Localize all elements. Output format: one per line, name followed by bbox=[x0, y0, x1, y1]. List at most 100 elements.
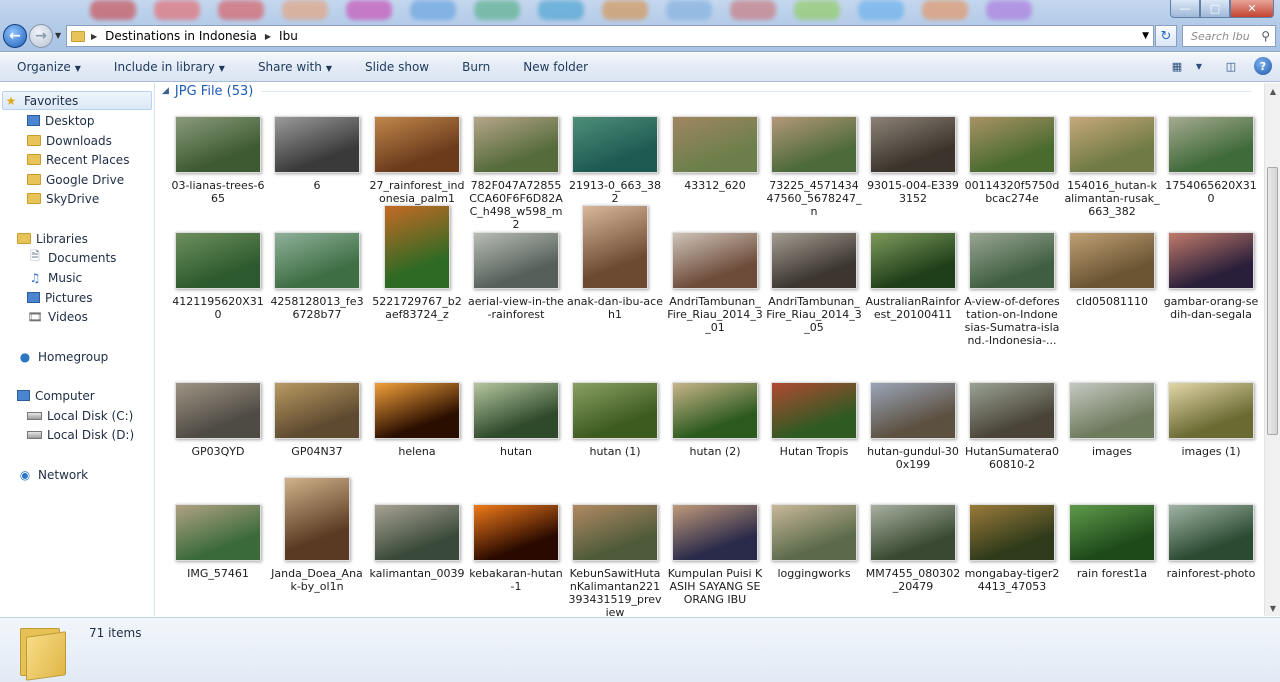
image-thumbnail[interactable] bbox=[1069, 504, 1155, 561]
nav-item-music[interactable]: ♫ Music bbox=[27, 268, 83, 287]
image-thumbnail[interactable] bbox=[771, 116, 857, 173]
nav-item-local-disk-c[interactable]: Local Disk (C:) bbox=[27, 406, 133, 425]
image-thumbnail[interactable] bbox=[672, 232, 758, 289]
preview-pane-icon[interactable]: ◫ bbox=[1222, 57, 1240, 75]
image-thumbnail[interactable] bbox=[473, 382, 559, 439]
image-thumbnail[interactable] bbox=[1069, 382, 1155, 439]
image-thumbnail[interactable] bbox=[374, 116, 460, 173]
image-thumbnail[interactable] bbox=[274, 116, 360, 173]
nav-item-local-disk-d[interactable]: Local Disk (D:) bbox=[27, 425, 134, 444]
file-item[interactable]: 4121195620X310 bbox=[170, 223, 266, 321]
image-thumbnail[interactable] bbox=[582, 205, 648, 289]
view-options-chevron-icon[interactable]: ▼ bbox=[1190, 57, 1208, 75]
file-item[interactable]: hutan-gundul-300x199 bbox=[865, 373, 961, 471]
file-item[interactable]: cld05081110 bbox=[1064, 223, 1160, 308]
image-thumbnail[interactable] bbox=[870, 116, 956, 173]
nav-item-videos[interactable]: 🎞 Videos bbox=[27, 307, 88, 326]
file-item[interactable]: 21913-0_663_382 bbox=[567, 107, 663, 205]
file-item[interactable]: 782F047A72855CCA60F6F6D82AC_h498_w598_m2 bbox=[468, 107, 564, 231]
breadcrumb-item[interactable]: Ibu bbox=[279, 29, 298, 43]
nav-favorites[interactable]: ★ Favorites bbox=[2, 91, 152, 110]
image-thumbnail[interactable] bbox=[175, 232, 261, 289]
image-thumbnail[interactable] bbox=[969, 116, 1055, 173]
image-thumbnail[interactable] bbox=[473, 504, 559, 561]
image-thumbnail[interactable] bbox=[870, 232, 956, 289]
image-thumbnail[interactable] bbox=[274, 382, 360, 439]
refresh-button[interactable]: ↻ bbox=[1155, 25, 1177, 47]
share-with-button[interactable]: Share with ▼ bbox=[258, 60, 332, 74]
back-button[interactable]: ← bbox=[3, 24, 27, 48]
image-thumbnail[interactable] bbox=[572, 116, 658, 173]
file-item[interactable]: 03-lianas-trees-665 bbox=[170, 107, 266, 205]
image-thumbnail[interactable] bbox=[771, 232, 857, 289]
file-item[interactable]: Janda_Doea_Anak-by_ol1n bbox=[269, 477, 365, 593]
organize-button[interactable]: Organize ▼ bbox=[17, 60, 81, 74]
address-bar[interactable]: ▶ Destinations in Indonesia ▶ Ibu ▼ bbox=[66, 25, 1154, 47]
image-thumbnail[interactable] bbox=[572, 382, 658, 439]
nav-item-documents[interactable]: 🗎 Documents bbox=[27, 248, 116, 267]
file-item[interactable]: rainforest-photo bbox=[1163, 495, 1259, 580]
nav-item-downloads[interactable]: Downloads bbox=[27, 131, 112, 150]
image-thumbnail[interactable] bbox=[870, 504, 956, 561]
maximize-button[interactable]: □ bbox=[1200, 0, 1230, 18]
group-header[interactable]: ◢ JPG File (53) bbox=[162, 83, 1252, 99]
new-folder-button[interactable]: New folder bbox=[523, 60, 588, 74]
image-thumbnail[interactable] bbox=[473, 116, 559, 173]
slide-show-button[interactable]: Slide show bbox=[365, 60, 429, 74]
image-thumbnail[interactable] bbox=[1168, 504, 1254, 561]
file-item[interactable]: helena bbox=[369, 373, 465, 458]
file-item[interactable]: kalimantan_0039 bbox=[369, 495, 465, 580]
image-thumbnail[interactable] bbox=[175, 382, 261, 439]
nav-libraries[interactable]: Libraries bbox=[17, 229, 88, 248]
image-thumbnail[interactable] bbox=[572, 504, 658, 561]
file-item[interactable]: MM7455_080302_20479 bbox=[865, 495, 961, 593]
file-item[interactable]: AndriTambunan_Fire_Riau_2014_3_01 bbox=[667, 223, 763, 334]
file-item[interactable]: Kumpulan Puisi KASIH SAYANG SEORANG IBU bbox=[667, 495, 763, 606]
nav-item-recent-places[interactable]: Recent Places bbox=[27, 150, 129, 169]
image-thumbnail[interactable] bbox=[672, 382, 758, 439]
recent-pages-dropdown-icon[interactable]: ▼ bbox=[55, 31, 61, 40]
minimize-button[interactable]: — bbox=[1170, 0, 1200, 18]
file-item[interactable]: IMG_57461 bbox=[170, 495, 266, 580]
image-thumbnail[interactable] bbox=[771, 504, 857, 561]
collapse-chevron-icon[interactable]: ◢ bbox=[162, 86, 169, 96]
nav-item-pictures[interactable]: Pictures bbox=[27, 288, 93, 307]
file-item[interactable]: HutanSumatera060810-2 bbox=[964, 373, 1060, 471]
image-thumbnail[interactable] bbox=[969, 504, 1055, 561]
file-item[interactable]: GP03QYD bbox=[170, 373, 266, 458]
image-thumbnail[interactable] bbox=[473, 232, 559, 289]
vertical-scrollbar[interactable]: ▲ ▼ bbox=[1264, 83, 1280, 616]
nav-homegroup[interactable]: ● Homegroup bbox=[17, 347, 109, 366]
image-thumbnail[interactable] bbox=[771, 382, 857, 439]
search-icon[interactable]: ⚲ bbox=[1261, 29, 1270, 43]
image-thumbnail[interactable] bbox=[284, 477, 350, 561]
nav-item-google-drive[interactable]: Google Drive bbox=[27, 170, 124, 189]
file-item[interactable]: 6 bbox=[269, 107, 365, 192]
image-thumbnail[interactable] bbox=[969, 232, 1055, 289]
nav-item-desktop[interactable]: Desktop bbox=[27, 111, 95, 130]
scrollbar-thumb[interactable] bbox=[1267, 167, 1278, 435]
forward-button[interactable]: → bbox=[29, 24, 53, 48]
file-item[interactable]: 1754065620X310 bbox=[1163, 107, 1259, 205]
image-thumbnail[interactable] bbox=[374, 382, 460, 439]
image-thumbnail[interactable] bbox=[175, 504, 261, 561]
image-thumbnail[interactable] bbox=[1069, 116, 1155, 173]
file-item[interactable]: 43312_620 bbox=[667, 107, 763, 192]
image-thumbnail[interactable] bbox=[274, 232, 360, 289]
file-item[interactable]: 00114320f5750dbcac274e bbox=[964, 107, 1060, 205]
image-thumbnail[interactable] bbox=[175, 116, 261, 173]
image-thumbnail[interactable] bbox=[969, 382, 1055, 439]
include-in-library-button[interactable]: Include in library ▼ bbox=[114, 60, 225, 74]
image-thumbnail[interactable] bbox=[1069, 232, 1155, 289]
file-item[interactable]: loggingworks bbox=[766, 495, 862, 580]
scroll-down-icon[interactable]: ▼ bbox=[1265, 600, 1280, 616]
file-item[interactable]: anak-dan-ibu-aceh1 bbox=[567, 205, 663, 321]
file-item[interactable]: 73225_457143447560_5678247_n bbox=[766, 107, 862, 218]
nav-computer[interactable]: Computer bbox=[17, 386, 95, 405]
change-view-icon[interactable]: ▦ bbox=[1168, 57, 1186, 75]
image-thumbnail[interactable] bbox=[870, 382, 956, 439]
file-item[interactable]: 5221729767_b2aef83724_z bbox=[369, 205, 465, 321]
help-icon[interactable]: ? bbox=[1254, 57, 1272, 75]
file-item[interactable]: 154016_hutan-kalimantan-rusak_663_382 bbox=[1064, 107, 1160, 218]
file-item[interactable]: 4258128013_fe36728b77 bbox=[269, 223, 365, 321]
